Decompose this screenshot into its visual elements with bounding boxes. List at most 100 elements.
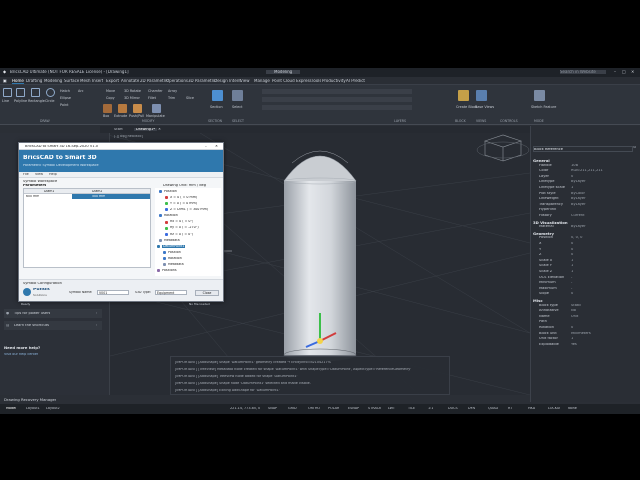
property-value[interactable]: 0: [571, 248, 633, 252]
property-value[interactable]: 1: [571, 264, 633, 268]
dialog-menu-help[interactable]: Help: [49, 173, 57, 176]
tree-node[interactable]: Position: [168, 251, 181, 254]
property-value[interactable]: 0: [571, 242, 633, 246]
status-toggle[interactable]: RT: [508, 407, 512, 410]
property-value[interactable]: 1: [571, 337, 633, 341]
move-button[interactable]: Move: [106, 89, 115, 93]
section-button[interactable]: Section: [210, 105, 223, 109]
tab-close-icon[interactable]: ✕: [158, 128, 161, 132]
status-toggle[interactable]: LOCKUI: [548, 407, 560, 410]
shape-tree[interactable]: Position X = 0 ( = 0 mm) Y = 0 ( = 0 mm) Z …: [155, 188, 221, 276]
viewport-label[interactable]: [-][Top][Realistic]: [114, 135, 143, 138]
line-icon[interactable]: [3, 88, 12, 97]
property-value[interactable]: 1: [571, 270, 633, 274]
workspace-selector[interactable]: Modeling: [266, 70, 301, 74]
tab-expresstools[interactable]: ExpressTools: [296, 79, 321, 83]
base-views-button[interactable]: Base Views: [475, 105, 494, 109]
select-button[interactable]: Select: [232, 105, 242, 109]
ellipse-button[interactable]: Ellipse: [60, 96, 71, 100]
table-row[interactable]: 600 mm 500 mm: [24, 194, 150, 199]
property-value[interactable]: ByLayer: [571, 180, 633, 184]
dialog-menu-file[interactable]: File: [23, 173, 29, 176]
trim-button[interactable]: Trim: [168, 96, 175, 100]
manipulate-button[interactable]: Manipulate: [146, 114, 165, 118]
property-value[interactable]: Current: [571, 214, 633, 218]
panel-toolbar-icon[interactable]: ⚙: [633, 146, 636, 150]
copy-button[interactable]: Copy: [106, 96, 115, 100]
tab-mesh[interactable]: Mesh: [80, 79, 91, 83]
tab-home[interactable]: Home: [12, 79, 24, 84]
tree-node[interactable]: Position: [164, 190, 177, 193]
tab-model[interactable]: Model: [6, 407, 16, 410]
close-icon[interactable]: ✕: [631, 70, 634, 74]
property-section-misc[interactable]: Misc: [533, 298, 633, 303]
status-toggle[interactable]: DYN: [468, 407, 475, 410]
property-value[interactable]: -: [571, 281, 633, 285]
help-center-link[interactable]: Visit our help center: [4, 353, 38, 356]
line-button[interactable]: Line: [2, 99, 9, 103]
color-dropdown[interactable]: [262, 97, 412, 102]
recovery-manager-label[interactable]: Drawing Recovery Manager: [4, 398, 56, 402]
status-toggle[interactable]: GRID: [288, 407, 297, 410]
slice-button[interactable]: Slice: [186, 96, 194, 100]
tree-node[interactable]: Z = Dim1 ( = 300 mm): [170, 208, 208, 211]
status-toggle[interactable]: QUAD: [488, 407, 498, 410]
property-value[interactable]: 0: [571, 326, 633, 330]
layer-dropdown[interactable]: [262, 89, 412, 94]
view-cube[interactable]: [476, 134, 530, 162]
status-toggle[interactable]: None: [568, 407, 577, 410]
app-menu-icon[interactable]: ▣: [3, 79, 7, 83]
base-views-icon[interactable]: [476, 90, 487, 101]
grid-cell-diam1[interactable]: 600 mm: [26, 195, 39, 198]
sketch-feature-icon[interactable]: [534, 90, 545, 101]
tree-node[interactable]: Y = 0 ( = 0 mm): [170, 202, 197, 205]
close-button[interactable]: Close: [195, 289, 219, 296]
status-toggle[interactable]: TILE: [408, 407, 415, 410]
tab-view[interactable]: View: [240, 79, 250, 83]
status-toggle[interactable]: STRACK: [368, 407, 381, 410]
polyline-icon[interactable]: [16, 88, 25, 97]
hatch-button[interactable]: Hatch: [60, 89, 70, 93]
grid-cell-selected[interactable]: 500 mm: [72, 194, 150, 199]
tree-node[interactable]: Metadata: [164, 239, 180, 242]
property-value[interactable]: 10B: [571, 164, 633, 168]
tab-manage[interactable]: Manage: [254, 79, 270, 83]
tree-node[interactable]: Rotation: [164, 214, 178, 217]
property-value[interactable]: Yes: [571, 343, 633, 347]
property-value[interactable]: Millimeters: [571, 332, 633, 336]
push-pull-icon[interactable]: [133, 104, 142, 113]
linetype-dropdown[interactable]: [262, 105, 412, 110]
property-value[interactable]: RGB:211,211,211: [571, 169, 633, 173]
parameters-grid[interactable]: Diam1 Diam2 600 mm 500 mm: [23, 188, 151, 268]
property-value[interactable]: -: [571, 287, 633, 291]
tab-productivity[interactable]: Productivity: [322, 79, 346, 83]
push-pull-button[interactable]: Push/Pull: [129, 114, 144, 118]
tab-annotate[interactable]: Annotate: [121, 79, 139, 83]
3d-mirror-button[interactable]: 3D Mirror: [124, 96, 140, 100]
status-toggle[interactable]: DUCS: [448, 407, 458, 410]
fillet-button[interactable]: Fillet: [148, 96, 156, 100]
property-value[interactable]: 0: [571, 292, 633, 296]
tree-node[interactable]: Ry = 0 ( = -270°): [170, 226, 199, 229]
property-value[interactable]: ByLayer: [571, 225, 633, 229]
rectangle-button[interactable]: Rectangle: [28, 99, 45, 103]
property-value[interactable]: 1: [571, 186, 633, 190]
extrude-button[interactable]: Extrude: [114, 114, 127, 118]
tab-layout2[interactable]: Layout2: [46, 407, 60, 410]
status-toggle[interactable]: LWT: [388, 407, 395, 410]
maximize-icon[interactable]: □: [622, 70, 626, 74]
property-value[interactable]: 0: [571, 253, 633, 257]
box-button[interactable]: Box: [103, 114, 109, 118]
dialog-close-icon[interactable]: ✕: [215, 145, 218, 149]
selection-dropdown[interactable]: [533, 146, 633, 152]
tab-surface[interactable]: Surface: [64, 79, 79, 83]
tree-node[interactable]: X = 0 ( = 0 mm): [170, 196, 197, 199]
tab-operations[interactable]: Operations: [166, 79, 188, 83]
tab-layout1[interactable]: Layout1: [26, 407, 40, 410]
dialog-menu-view[interactable]: View: [35, 173, 43, 176]
property-section-geometry[interactable]: Geometry: [533, 231, 633, 236]
tree-node[interactable]: DatumPoint1: [162, 244, 186, 248]
tips-item[interactable]: Tips for power users ● ›: [4, 309, 102, 318]
tab-modeling[interactable]: Modeling: [44, 79, 62, 83]
sketch-feature-button[interactable]: Sketch Feature: [531, 105, 556, 109]
